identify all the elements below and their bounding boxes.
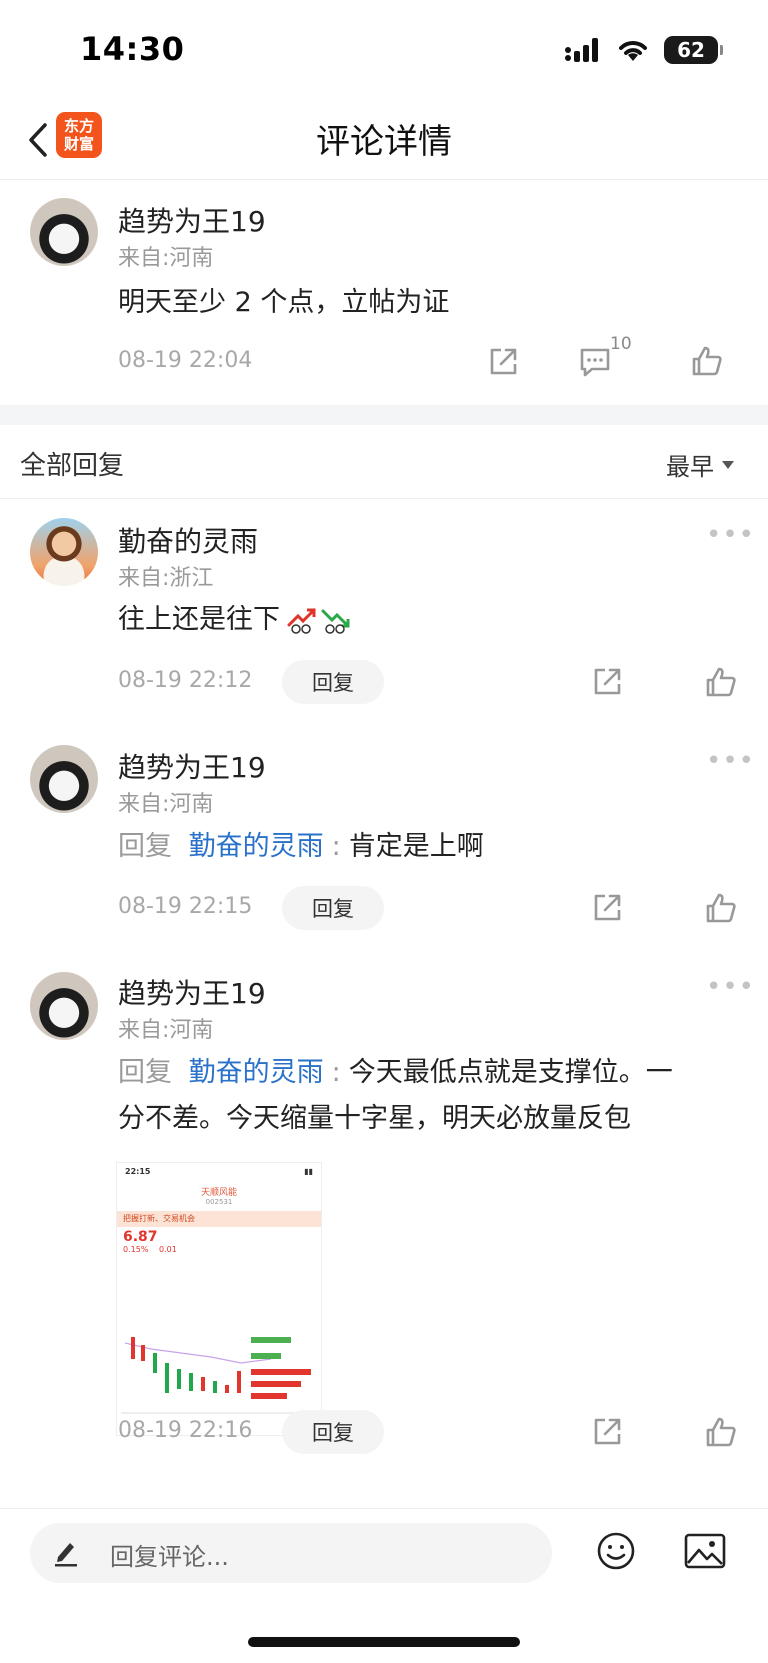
thumb-change-abs: 0.01 bbox=[158, 1245, 177, 1254]
reply-colon: : bbox=[331, 831, 341, 862]
share-icon bbox=[594, 668, 621, 695]
thumb-change: 0.15% bbox=[123, 1245, 149, 1254]
status-bar: 14:30 62 bbox=[0, 0, 768, 100]
replies-title: 全部回复 bbox=[20, 451, 125, 481]
reply-button[interactable]: 回复 bbox=[282, 886, 384, 930]
avatar[interactable] bbox=[30, 972, 98, 1040]
share-button[interactable] bbox=[590, 1415, 624, 1449]
avatar[interactable] bbox=[30, 198, 98, 266]
reply-text-line2: 分不差。今天缩量十字星，明天必放量反包 bbox=[118, 1103, 631, 1134]
share-button[interactable] bbox=[486, 345, 520, 379]
comment-text-row: 往上还是往下 bbox=[118, 597, 352, 643]
wifi-icon bbox=[619, 41, 647, 61]
thumb-time: 22:15 bbox=[125, 1167, 151, 1176]
emoji-icon[interactable] bbox=[596, 1531, 636, 1571]
reply-text: 肯定是上啊 bbox=[348, 831, 484, 862]
thumb-price-block: 6.87 0.15% 0.01 bbox=[117, 1227, 321, 1267]
share-icon bbox=[490, 348, 517, 375]
trend-up-emoji-icon bbox=[287, 608, 316, 634]
thumbs-up-icon bbox=[692, 346, 722, 376]
more-options-icon[interactable]: ••• bbox=[706, 746, 755, 776]
share-icon bbox=[594, 1418, 621, 1445]
comment-text: 往上还是往下 bbox=[118, 604, 280, 635]
comment-time: 08-19 22:12 bbox=[118, 668, 253, 693]
thumbs-up-icon bbox=[706, 1417, 736, 1447]
reply-button[interactable]: 回复 bbox=[282, 1410, 384, 1454]
like-button[interactable] bbox=[704, 665, 738, 699]
username[interactable]: 趋势为王19 bbox=[118, 972, 266, 1012]
page-title: 评论详情 bbox=[316, 122, 452, 162]
pencil-icon bbox=[55, 1543, 77, 1567]
comment-count: 10 bbox=[610, 334, 632, 354]
thumb-battery-icon: ▮▮ bbox=[304, 1167, 313, 1176]
share-icon bbox=[594, 894, 621, 921]
thumb-status: 22:15 ▮▮ bbox=[117, 1163, 321, 1185]
reply-colon: : bbox=[331, 1057, 341, 1088]
reply-prefix: 回复 bbox=[118, 1057, 172, 1088]
replies-header: 全部回复 最早 bbox=[0, 425, 768, 499]
thumb-price: 6.87 bbox=[123, 1229, 158, 1245]
user-location: 来自:河南 bbox=[118, 246, 214, 271]
share-button[interactable] bbox=[590, 891, 624, 925]
reply-text-line1: 今天最低点就是支撑位。一 bbox=[348, 1057, 673, 1088]
thumb-stock-code: 002531 bbox=[205, 1198, 233, 1206]
comment-time: 08-19 22:04 bbox=[118, 348, 253, 373]
user-location: 来自:浙江 bbox=[118, 566, 214, 591]
reply-input-bar: 回复评论... bbox=[0, 1508, 768, 1663]
section-divider bbox=[0, 405, 768, 425]
thumbs-up-icon bbox=[706, 667, 736, 697]
reply-to-user-link[interactable]: 勤奋的灵雨 bbox=[189, 1057, 324, 1088]
caret-down-icon bbox=[722, 460, 734, 469]
like-button[interactable] bbox=[690, 344, 724, 378]
more-options-icon[interactable]: ••• bbox=[706, 520, 755, 550]
nav-bar: 东方 财富 评论详情 bbox=[0, 100, 768, 180]
reply-button[interactable]: 回复 bbox=[282, 660, 384, 704]
comment-text: 回复 勤奋的灵雨: 肯定是上啊 bbox=[118, 824, 484, 870]
username[interactable]: 勤奋的灵雨 bbox=[118, 520, 258, 560]
reply-input[interactable]: 回复评论... bbox=[30, 1523, 552, 1583]
comment-text: 明天至少 2 个点，立帖为证 bbox=[118, 287, 450, 318]
username[interactable]: 趋势为王19 bbox=[118, 200, 266, 240]
reply-to-user-link[interactable]: 勤奋的灵雨 bbox=[189, 831, 324, 862]
trend-down-emoji-icon bbox=[321, 609, 350, 634]
comment-detail-page: 14:30 62 东方 财富 评论详情 趋势为王19 来自:河南 明天至少 2 … bbox=[0, 0, 768, 1663]
battery-indicator: 62 bbox=[664, 36, 723, 64]
avatar[interactable] bbox=[30, 518, 98, 586]
comment-time: 08-19 22:16 bbox=[118, 1418, 253, 1443]
thumb-stock-header: 天顺风能 002531 bbox=[117, 1185, 321, 1211]
signal-icon bbox=[565, 38, 598, 62]
thumb-banner: 把握打新、交易机会 bbox=[117, 1211, 321, 1227]
more-options-icon[interactable]: ••• bbox=[706, 972, 755, 1002]
share-button[interactable] bbox=[590, 665, 624, 699]
comment-button[interactable] bbox=[578, 345, 612, 379]
image-icon[interactable] bbox=[684, 1533, 726, 1569]
thumb-stock-name: 天顺风能 bbox=[200, 1188, 237, 1198]
sort-label: 最早 bbox=[666, 453, 714, 481]
comment-time: 08-19 22:15 bbox=[118, 894, 253, 919]
avatar[interactable] bbox=[30, 745, 98, 813]
like-button[interactable] bbox=[704, 891, 738, 925]
comment-icon bbox=[580, 348, 610, 377]
comment-text: 回复 勤奋的灵雨: 今天最低点就是支撑位。一 分不差。今天缩量十字星，明天必放量反… bbox=[118, 1050, 718, 1142]
user-location: 来自:河南 bbox=[118, 792, 214, 817]
sort-dropdown[interactable]: 最早 bbox=[666, 447, 734, 482]
like-button[interactable] bbox=[704, 1415, 738, 1449]
username[interactable]: 趋势为王19 bbox=[118, 746, 266, 786]
user-location: 来自:河南 bbox=[118, 1018, 214, 1043]
reply-input-placeholder: 回复评论... bbox=[110, 1543, 229, 1571]
attached-image[interactable]: 22:15 ▮▮ 天顺风能 002531 把握打新、交易机会 6.87 0.15… bbox=[116, 1162, 322, 1436]
home-indicator bbox=[248, 1637, 520, 1647]
status-icons: 62 bbox=[564, 36, 723, 64]
reply-prefix: 回复 bbox=[118, 831, 172, 862]
thumbs-up-icon bbox=[706, 893, 736, 923]
status-time: 14:30 bbox=[80, 30, 185, 68]
